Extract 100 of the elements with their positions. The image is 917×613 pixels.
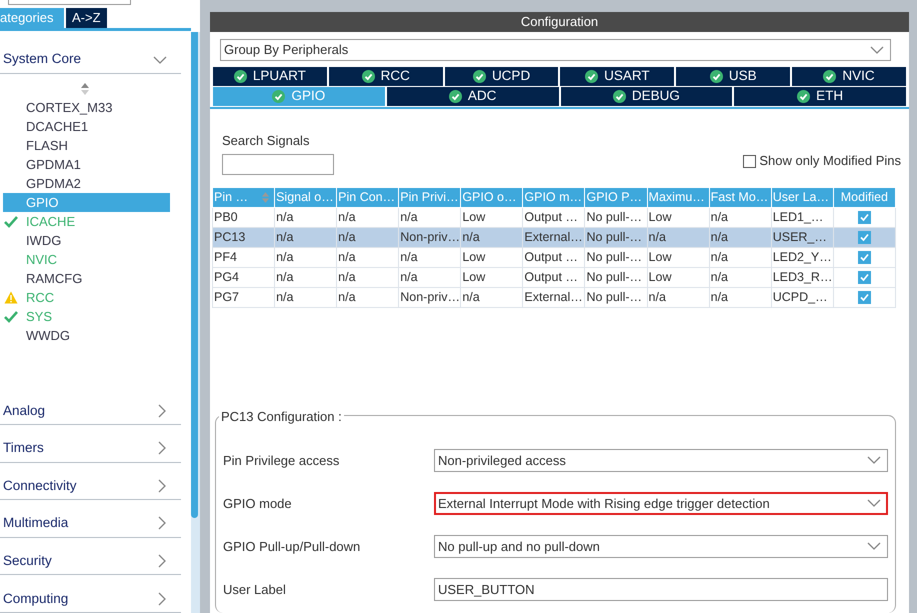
- table-cell: Low: [460, 267, 523, 288]
- peripheral-tab[interactable]: DEBUG: [560, 87, 732, 106]
- category-header[interactable]: Connectivity: [0, 462, 181, 500]
- table-row[interactable]: PB0 n/a n/a n/a Low Output … No pull-… Low n/a LED1_…: [212, 207, 896, 228]
- category-header[interactable]: Security: [0, 538, 181, 576]
- table-cell: n/a: [336, 287, 399, 308]
- table-cell: External…: [522, 287, 585, 308]
- category-label: Connectivity: [3, 476, 77, 495]
- table-row[interactable]: PC13 n/a n/a Non-priv… n/a External… No pull-… n/a n/a USER_…: [212, 227, 896, 248]
- dropdown-field[interactable]: External Interrupt Mode with Rising edge trigger detection: [434, 492, 888, 515]
- search-field[interactable]: [222, 154, 334, 175]
- sidebar-item[interactable]: CORTEX_M33: [3, 98, 170, 118]
- table-cell: n/a: [709, 287, 772, 308]
- peripheral-tab[interactable]: LPUART: [213, 67, 327, 86]
- table-cell: Non-priv…: [398, 227, 461, 248]
- check-circle-icon: [710, 70, 723, 83]
- peripheral-tab[interactable]: NVIC: [792, 67, 906, 86]
- chevron-down-icon: [867, 498, 881, 508]
- table-cell: No pull-…: [584, 287, 648, 308]
- table-cell: Low: [460, 207, 523, 228]
- chevron-down-icon: [153, 54, 167, 65]
- check-circle-icon: [448, 90, 462, 103]
- dropdown-field[interactable]: No pull-up and no pull-down: [434, 534, 888, 558]
- search-field[interactable]: [8, 0, 131, 5]
- sidebar-item[interactable]: IWDG: [3, 231, 170, 250]
- table-cell: n/a: [460, 227, 523, 248]
- sidebar-item[interactable]: GPDMA2: [3, 174, 170, 194]
- check-icon: [4, 215, 18, 228]
- group-by-dropdown[interactable]: Group By Peripherals: [220, 38, 891, 60]
- scrollbar[interactable]: [191, 32, 200, 613]
- table-cell: Output …: [522, 207, 585, 228]
- table-cell: Non-priv…: [398, 287, 461, 308]
- table-cell: PG7: [212, 287, 275, 308]
- table-cell: No pull-…: [584, 267, 648, 288]
- field-label: Pin Privilege access: [223, 452, 340, 470]
- table-cell: n/a: [398, 267, 461, 288]
- category-label: Computing: [3, 590, 68, 608]
- table-cell: PB0: [212, 207, 275, 228]
- check-icon: [4, 310, 18, 324]
- table-cell: No pull-…: [584, 227, 648, 248]
- sort-icon: [80, 82, 90, 96]
- peripheral-tab[interactable]: ETH: [734, 87, 906, 106]
- table-cell: n/a: [398, 207, 461, 228]
- table-row[interactable]: PG4 n/a n/a n/a Low Output … No pull-… Low n/a LED3_R…: [212, 267, 896, 288]
- sidebar-item[interactable]: FLASH: [3, 136, 170, 156]
- sidebar-item[interactable]: DCACHE1: [3, 117, 170, 136]
- check-circle-icon: [585, 70, 598, 83]
- table-cell: External…: [522, 227, 585, 248]
- modified-filter-checkbox[interactable]: Show only Modified Pins: [743, 151, 901, 171]
- peripheral-tab[interactable]: RCC: [328, 67, 443, 86]
- chevron-right-icon: [157, 478, 167, 493]
- field-label: GPIO Pull-up/Pull-down: [223, 538, 362, 556]
- table-cell: USER_…: [771, 227, 834, 248]
- field-label: User Label: [223, 580, 287, 598]
- table-cell: n/a: [709, 227, 772, 248]
- check-circle-icon: [234, 70, 247, 83]
- check-circle-icon: [823, 70, 836, 83]
- table-cell: n/a: [647, 227, 710, 248]
- peripheral-tab[interactable]: USART: [560, 67, 674, 86]
- panel-title: Configuration: [210, 12, 909, 32]
- sidebar-tab[interactable]: A->Z: [66, 8, 107, 28]
- table-cell: n/a: [336, 267, 399, 288]
- table-row[interactable]: PG7 n/a n/a Non-priv… n/a External… No pull-… n/a n/a UCPD_…: [212, 287, 896, 308]
- table-cell: No pull-…: [584, 207, 648, 228]
- category-header[interactable]: Multimedia: [0, 500, 181, 538]
- sidebar-item[interactable]: GPDMA1: [3, 155, 170, 174]
- field-label: GPIO mode: [223, 494, 293, 512]
- table-cell: n/a: [274, 207, 337, 228]
- check-circle-icon: [362, 70, 375, 83]
- peripheral-tab[interactable]: ADC: [386, 87, 558, 106]
- table-cell: n/a: [647, 287, 710, 308]
- search-label: Search Signals: [222, 132, 310, 150]
- chevron-right-icon: [157, 554, 167, 568]
- check-circle-icon: [272, 90, 286, 103]
- category-label: Timers: [3, 439, 44, 458]
- table-cell: LED3_R…: [771, 267, 834, 288]
- table-cell: PG4: [212, 267, 275, 288]
- table-row[interactable]: PF4 n/a n/a n/a Low Output … No pull-… Low n/a LED2_Y…: [212, 247, 896, 268]
- category-header[interactable]: Analog: [0, 387, 181, 425]
- category-label: Multimedia: [3, 514, 68, 532]
- sidebar-item[interactable]: WWDG: [3, 326, 170, 346]
- checkbox-icon: [743, 154, 756, 168]
- input-field[interactable]: USER_BUTTON: [434, 578, 888, 601]
- check-circle-icon: [797, 90, 810, 103]
- category-label: System Core: [3, 50, 82, 68]
- category-header[interactable]: System Core: [0, 40, 181, 74]
- table-cell: Low: [647, 247, 710, 268]
- category-label: Analog: [3, 402, 46, 420]
- category-header[interactable]: Timers: [0, 424, 181, 463]
- table-cell: n/a: [709, 207, 772, 228]
- table-cell: UCPD_…: [771, 287, 834, 308]
- category-header[interactable]: Computing: [0, 575, 181, 613]
- check-circle-icon: [472, 70, 486, 83]
- table-cell: n/a: [274, 227, 337, 248]
- peripheral-tab[interactable]: USB: [676, 67, 790, 86]
- sidebar-item[interactable]: RAMCFG: [3, 269, 170, 288]
- peripheral-tab[interactable]: UCPD: [444, 67, 558, 86]
- table-cell: Low: [647, 207, 710, 228]
- chevron-right-icon: [157, 592, 167, 606]
- dropdown-field[interactable]: Non-privileged access: [434, 448, 888, 472]
